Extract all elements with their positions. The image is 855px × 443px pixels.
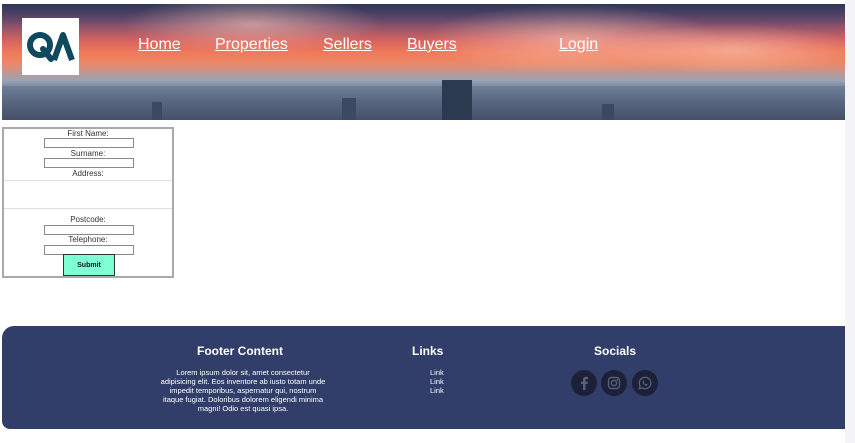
- cloud-decoration: [602, 24, 845, 74]
- footer-link[interactable]: Link: [430, 368, 444, 377]
- address-label: Address:: [72, 169, 104, 178]
- nav-home-link[interactable]: Home: [138, 36, 181, 54]
- footer-socials-title: Socials: [594, 344, 637, 358]
- header-banner: Home Properties Sellers Buyers Login: [2, 4, 845, 120]
- surname-label: Surname:: [70, 149, 106, 158]
- page-scroll-gutter: [845, 0, 855, 443]
- footer: Footer Content Lorem ipsum dolor sit, am…: [2, 326, 845, 429]
- footer-content-title: Footer Content: [197, 344, 283, 358]
- building: [342, 98, 356, 120]
- footer-content-text: Lorem ipsum dolor sit, amet consectetur …: [160, 368, 326, 413]
- surname-field[interactable]: [44, 158, 134, 168]
- nav-properties-link[interactable]: Properties: [215, 36, 288, 54]
- qa-logo-icon: [26, 31, 75, 62]
- nav-buyers-link[interactable]: Buyers: [407, 36, 457, 54]
- footer-link[interactable]: Link: [430, 377, 444, 386]
- postcode-field[interactable]: [44, 225, 134, 235]
- telephone-label: Telephone:: [68, 235, 108, 244]
- first-name-label: First Name:: [67, 129, 109, 138]
- submit-button[interactable]: Submit: [63, 254, 115, 276]
- city-skyline: [2, 80, 845, 120]
- nav-sellers-link[interactable]: Sellers: [323, 36, 372, 54]
- footer-links-list: Link Link Link: [430, 368, 444, 395]
- qa-logo[interactable]: [22, 18, 79, 75]
- instagram-icon[interactable]: [601, 370, 627, 396]
- postcode-label: Postcode:: [70, 215, 106, 224]
- footer-links-title: Links: [412, 344, 444, 358]
- building: [602, 104, 614, 120]
- whatsapp-icon[interactable]: [632, 370, 658, 396]
- contact-form: First Name: Surname: Address: Postcode: …: [2, 127, 174, 278]
- footer-link[interactable]: Link: [430, 386, 444, 395]
- skyscraper: [442, 80, 472, 120]
- address-textarea[interactable]: [4, 180, 172, 209]
- nav-login-link[interactable]: Login: [559, 36, 598, 54]
- facebook-icon[interactable]: [571, 370, 597, 396]
- building: [152, 102, 162, 120]
- first-name-field[interactable]: [44, 138, 134, 148]
